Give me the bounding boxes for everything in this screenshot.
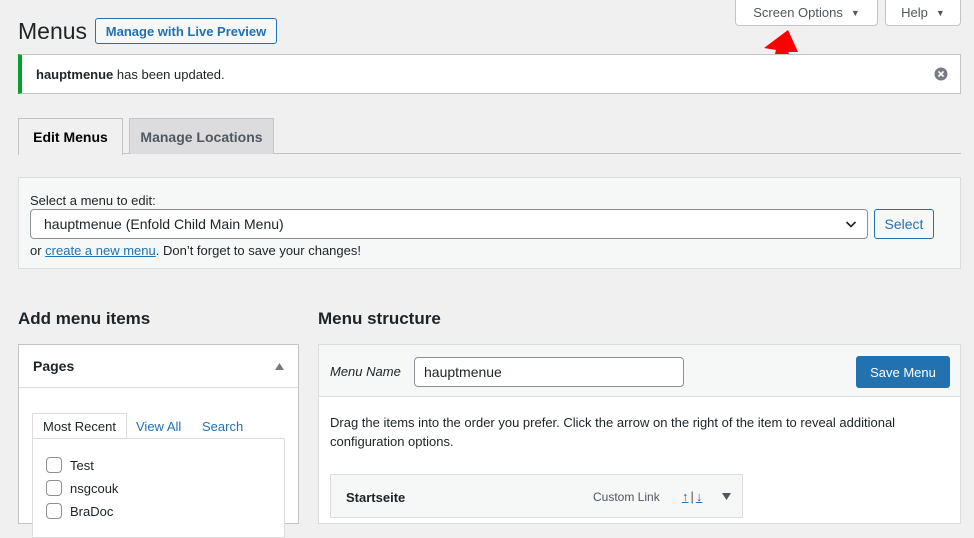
manage-live-preview-button[interactable]: Manage with Live Preview (95, 18, 277, 44)
menu-select-value: hauptmenue (Enfold Child Main Menu) (44, 216, 284, 232)
create-menu-line: or create a new menu. Don’t forget to sa… (30, 243, 361, 258)
move-controls: ↑ | ↓ (682, 489, 702, 504)
menu-header: Menu Name hauptmenue Save Menu (319, 345, 960, 397)
pages-title: Pages (33, 358, 75, 374)
list-item[interactable]: Test (46, 457, 94, 473)
tab-search[interactable]: Search (202, 413, 243, 439)
move-separator: | (690, 489, 694, 504)
page-checkbox[interactable] (46, 480, 62, 496)
select-menu-label: Select a menu to edit: (30, 193, 156, 208)
page-checkbox[interactable] (46, 503, 62, 519)
select-button[interactable]: Select (874, 209, 934, 239)
menu-select-dropdown[interactable]: hauptmenue (Enfold Child Main Menu) (30, 209, 868, 239)
notice-text: hauptmenue has been updated. (36, 67, 225, 82)
update-notice: hauptmenue has been updated. (18, 54, 961, 94)
tab-most-recent[interactable]: Most Recent (32, 413, 127, 439)
collapse-arrow-icon (275, 363, 284, 370)
screen-options-button[interactable]: Screen Options ▼ (735, 0, 878, 26)
caret-down-icon: ▼ (850, 7, 860, 18)
list-item[interactable]: BraDoc (46, 503, 113, 519)
create-new-menu-link[interactable]: create a new menu (45, 243, 156, 258)
expand-arrow-icon[interactable] (722, 493, 731, 500)
select-menu-box: Select a menu to edit: hauptmenue (Enfol… (18, 177, 961, 269)
move-down-icon[interactable]: ↓ (696, 489, 703, 504)
menu-item[interactable]: Startseite Custom Link ↑ | ↓ (330, 474, 743, 518)
page-checkbox[interactable] (46, 457, 62, 473)
caret-down-icon: ▼ (935, 7, 945, 18)
tab-edit-menus[interactable]: Edit Menus (18, 118, 123, 155)
create-prefix: or (30, 243, 46, 258)
list-item[interactable]: nsgcouk (46, 480, 118, 496)
drag-instructions: Drag the items into the order you prefer… (330, 415, 896, 449)
menu-name-input[interactable]: hauptmenue (414, 357, 684, 387)
menu-structure-panel: Menu Name hauptmenue Save Menu Drag the … (318, 344, 961, 524)
pages-tabs: Most Recent View All Search (32, 413, 285, 439)
menu-structure-heading: Menu structure (318, 309, 441, 328)
nav-tabs: Edit Menus Manage Locations (18, 118, 961, 155)
create-suffix: . Don’t forget to save your changes! (155, 243, 361, 258)
help-button[interactable]: Help ▼ (885, 0, 961, 26)
pages-accordion-header[interactable]: Pages (19, 345, 298, 388)
pages-list-panel: Test nsgcouk BraDoc (32, 438, 285, 538)
pages-accordion: Pages Most Recent View All Search Test n… (18, 344, 299, 538)
page-label: nsgcouk (70, 480, 119, 496)
menu-item-type: Custom Link (593, 490, 660, 504)
page-title: Menus (18, 18, 88, 44)
add-menu-items-heading: Add menu items (18, 309, 151, 328)
move-up-icon[interactable]: ↑ (682, 489, 689, 504)
menu-name-label: Menu Name (330, 364, 401, 379)
page-label: Test (70, 457, 94, 473)
tab-view-all[interactable]: View All (136, 413, 181, 439)
menu-item-title: Startseite (346, 490, 406, 505)
menu-name-value: hauptmenue (424, 364, 502, 380)
tab-manage-locations[interactable]: Manage Locations (129, 118, 274, 154)
chevron-down-icon (845, 221, 857, 228)
notice-message: has been updated. (113, 66, 225, 82)
screen-options-label: Screen Options (753, 5, 843, 20)
notice-menu-name: hauptmenue (36, 66, 114, 82)
dismiss-icon[interactable] (934, 67, 948, 81)
save-menu-button[interactable]: Save Menu (856, 356, 950, 388)
page-label: BraDoc (70, 503, 114, 519)
help-label: Help (901, 5, 928, 20)
